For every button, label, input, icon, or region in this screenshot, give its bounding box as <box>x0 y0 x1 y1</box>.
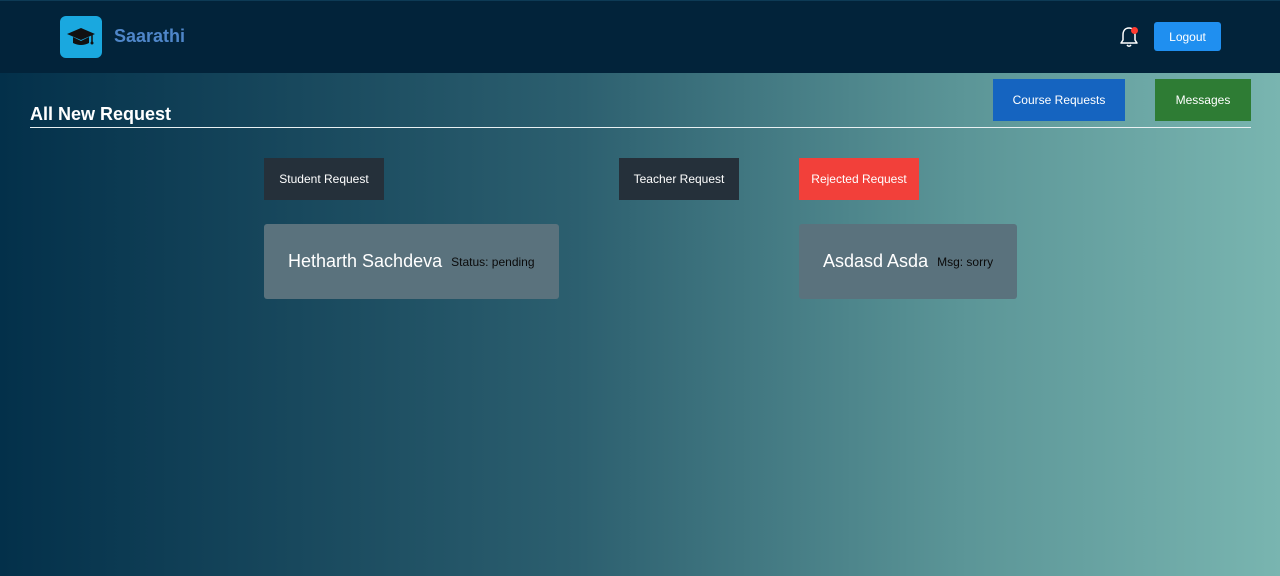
graduation-cap-icon <box>67 28 95 45</box>
logo[interactable] <box>60 16 102 58</box>
messages-button[interactable]: Messages <box>1155 79 1251 121</box>
notification-dot <box>1131 27 1138 34</box>
navbar-top-border <box>0 0 1280 1</box>
tab-teacher-request[interactable]: Teacher Request <box>619 158 739 200</box>
request-card-name: Asdasd Asda <box>823 251 929 271</box>
page-title: All New Request <box>30 104 172 124</box>
logout-button[interactable]: Logout <box>1154 22 1221 51</box>
course-requests-button[interactable]: Course Requests <box>993 79 1125 121</box>
tab-student-request[interactable]: Student Request <box>264 158 384 200</box>
request-card-name: Hetharth Sachdeva <box>288 251 443 271</box>
request-card-status: Status: pending <box>451 254 535 269</box>
request-card[interactable]: Asdasd Asda Msg: sorry <box>799 224 1017 299</box>
title-divider <box>30 127 1251 128</box>
tab-rejected-request[interactable]: Rejected Request <box>799 158 919 200</box>
request-card-message: Msg: sorry <box>937 254 994 269</box>
brand-name[interactable]: Saarathi <box>114 26 185 47</box>
top-navbar: Saarathi Logout <box>0 0 1280 73</box>
request-card[interactable]: Hetharth Sachdeva Status: pending <box>264 224 559 299</box>
